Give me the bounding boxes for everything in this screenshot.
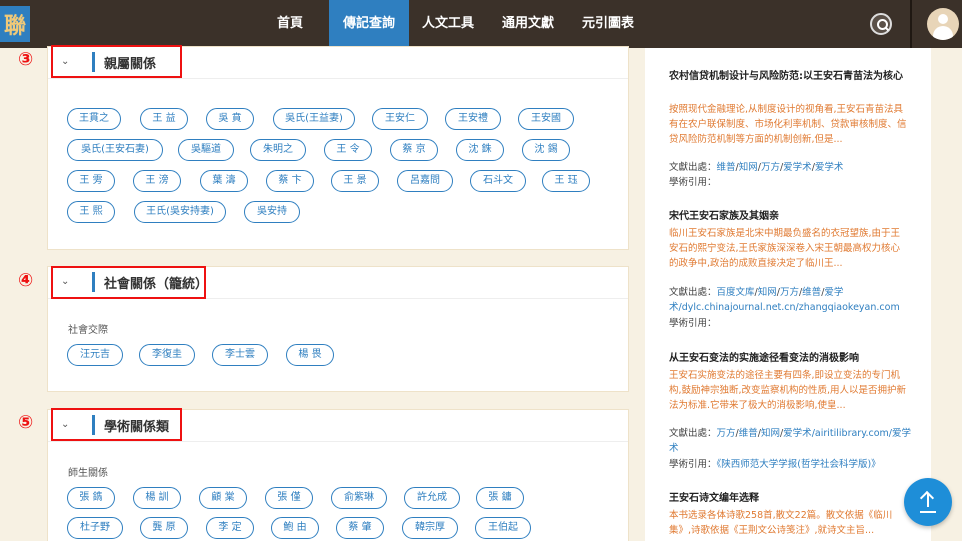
article-title[interactable]: 王安石诗文编年选释: [669, 490, 909, 507]
person-tag[interactable]: 王 熙: [67, 201, 115, 223]
person-tag[interactable]: 石斗文: [470, 170, 526, 192]
person-tag[interactable]: 李復圭: [139, 344, 195, 366]
person-tag[interactable]: 沈 錫: [522, 139, 570, 161]
article-excerpt: 本书选录各体诗歌258首,散文22篇。散文依据《临川集》,诗歌依据《王荆文公诗笺…: [669, 510, 893, 536]
article-excerpt: 临川王安石家族是北宋中期最负盛名的衣冠望族,由于王安石的熙宁变法,王氏家族深深卷…: [669, 228, 901, 269]
annotation-marker-3: ③: [18, 49, 34, 70]
article-title[interactable]: 从王安石变法的实施途径看变法的消极影响: [669, 350, 909, 367]
group-label: 社會交際: [68, 325, 108, 336]
annotation-marker-5: ⑤: [18, 412, 34, 433]
article-citation: 學術引用：《陕西师范大学学报(哲学社会科学版)》: [669, 459, 881, 470]
person-tag[interactable]: 李 定: [206, 517, 254, 539]
source-url[interactable]: /dylc.chinajournal.net.cn/zhangqiaokeyan…: [679, 302, 900, 313]
person-tag[interactable]: 韓宗厚: [402, 517, 458, 539]
source-link[interactable]: 百度文库: [717, 287, 755, 298]
person-tag[interactable]: 王氏(吳安持妻): [134, 201, 226, 223]
person-tag[interactable]: 顧 棠: [199, 487, 247, 509]
nav-citation-charts[interactable]: 元引圖表: [576, 0, 640, 48]
person-tag[interactable]: 張 僅: [265, 487, 313, 509]
person-tag[interactable]: 蔡 肇: [336, 517, 384, 539]
search-icon[interactable]: [870, 13, 892, 35]
person-tag[interactable]: 吳安持: [244, 201, 300, 223]
top-navbar: 聯 首頁 傳記查詢 人文工具 通用文獻 元引圖表: [0, 0, 962, 48]
user-avatar-icon[interactable]: [927, 8, 959, 40]
source-link[interactable]: 爱学术: [783, 162, 812, 173]
source-link[interactable]: 知网: [761, 428, 780, 439]
group-label: 師生關係: [68, 468, 108, 479]
person-tag[interactable]: 李士雲: [212, 344, 268, 366]
article-citation: 學術引用：: [669, 318, 717, 329]
source-link[interactable]: 万方: [761, 162, 780, 173]
article-source: 文獻出處：百度文库/知网/万方/维普/爱学术/dylc.chinajournal…: [669, 287, 900, 313]
source-link[interactable]: 维普: [717, 162, 736, 173]
person-tag[interactable]: 楊 畏: [286, 344, 334, 366]
related-articles-sidebar: 农村信贷机制设计与风险防范:以王安石青苗法为核心 按照现代金融理论,从制度设计的…: [645, 48, 931, 541]
person-tag[interactable]: 王安國: [518, 108, 574, 130]
source-link[interactable]: 知网: [739, 162, 758, 173]
annotation-box-social: [51, 266, 206, 299]
person-tag[interactable]: 吳氏(王安石妻): [67, 139, 163, 161]
source-link[interactable]: 万方: [717, 428, 736, 439]
person-tag[interactable]: 王 滂: [133, 170, 181, 192]
source-link[interactable]: 爱学术: [783, 428, 812, 439]
person-tag[interactable]: 王 益: [140, 108, 188, 130]
person-tag[interactable]: 王貫之: [67, 108, 121, 130]
site-logo[interactable]: 聯: [0, 6, 30, 42]
annotation-marker-4: ④: [18, 270, 34, 291]
person-tag[interactable]: 王 令: [324, 139, 372, 161]
person-tag[interactable]: 沈 銖: [456, 139, 504, 161]
article-citation: 學術引用：: [669, 177, 717, 188]
article-title[interactable]: 农村信贷机制设计与风险防范:以王安石青苗法为核心: [669, 68, 909, 85]
nav-divider: [910, 0, 912, 48]
person-tag[interactable]: 吳驅道: [178, 139, 234, 161]
person-tag[interactable]: 楊 訓: [133, 487, 181, 509]
article-source: 文獻出處：万方/维普/知网/爱学术/airitilibrary.com/爱学术: [669, 428, 911, 454]
back-to-top-button[interactable]: [904, 478, 952, 526]
person-tag[interactable]: 王伯起: [475, 517, 531, 539]
person-tag[interactable]: 俞紫琳: [331, 487, 387, 509]
person-tag[interactable]: 張 鐫: [67, 487, 115, 509]
person-tag[interactable]: 蔡 京: [390, 139, 438, 161]
person-tag[interactable]: 吳氏(王益妻): [273, 108, 355, 130]
person-tag[interactable]: 鮑 由: [271, 517, 319, 539]
person-tag[interactable]: 王 珏: [542, 170, 590, 192]
person-tag[interactable]: 呂嘉問: [397, 170, 453, 192]
article-excerpt: 按照现代金融理论,从制度设计的视角看,王安石青苗法具有在农户联保制度、市场化利率…: [669, 104, 907, 145]
source-link[interactable]: 维普: [739, 428, 758, 439]
person-tag[interactable]: 張 鏞: [476, 487, 524, 509]
person-tag[interactable]: 吳 賁: [206, 108, 254, 130]
nav-home[interactable]: 首頁: [266, 0, 314, 48]
person-tag[interactable]: 王安禮: [445, 108, 501, 130]
source-link[interactable]: 爱学术: [815, 162, 844, 173]
annotation-box-kinship: [51, 45, 182, 78]
person-tag[interactable]: 王 景: [331, 170, 379, 192]
arrow-up-icon: [920, 511, 936, 513]
person-tag[interactable]: 許允成: [404, 487, 460, 509]
person-tag[interactable]: 杜子野: [67, 517, 123, 539]
article-excerpt: 王安石实施变法的途径主要有四条,即设立变法的专门机构,鼓励神宗独断,改变监察机构…: [669, 370, 907, 411]
person-tag[interactable]: 王安仁: [372, 108, 428, 130]
citation-link[interactable]: 《陕西师范大学学报(哲学社会科学版)》: [717, 459, 881, 470]
article-title[interactable]: 宋代王安石家族及其姻亲: [669, 208, 909, 225]
source-link[interactable]: 知网: [758, 287, 777, 298]
nav-general-literature[interactable]: 通用文獻: [496, 0, 560, 48]
source-link[interactable]: 万方: [780, 287, 799, 298]
person-tag[interactable]: 汪元吉: [67, 344, 123, 366]
person-tag[interactable]: 龔 原: [140, 517, 188, 539]
source-link[interactable]: 维普: [802, 287, 821, 298]
person-tag[interactable]: 王 雱: [67, 170, 115, 192]
person-tag[interactable]: 蔡 卞: [266, 170, 314, 192]
person-tag[interactable]: 葉 濤: [200, 170, 248, 192]
nav-biography-search[interactable]: 傳記查詢: [329, 0, 409, 48]
article-source: 文獻出處：维普/知网/万方/爱学术/爱学术: [669, 162, 844, 173]
person-tag[interactable]: 朱明之: [250, 139, 306, 161]
nav-humanities-tools[interactable]: 人文工具: [416, 0, 480, 48]
annotation-box-academic: [51, 408, 182, 441]
